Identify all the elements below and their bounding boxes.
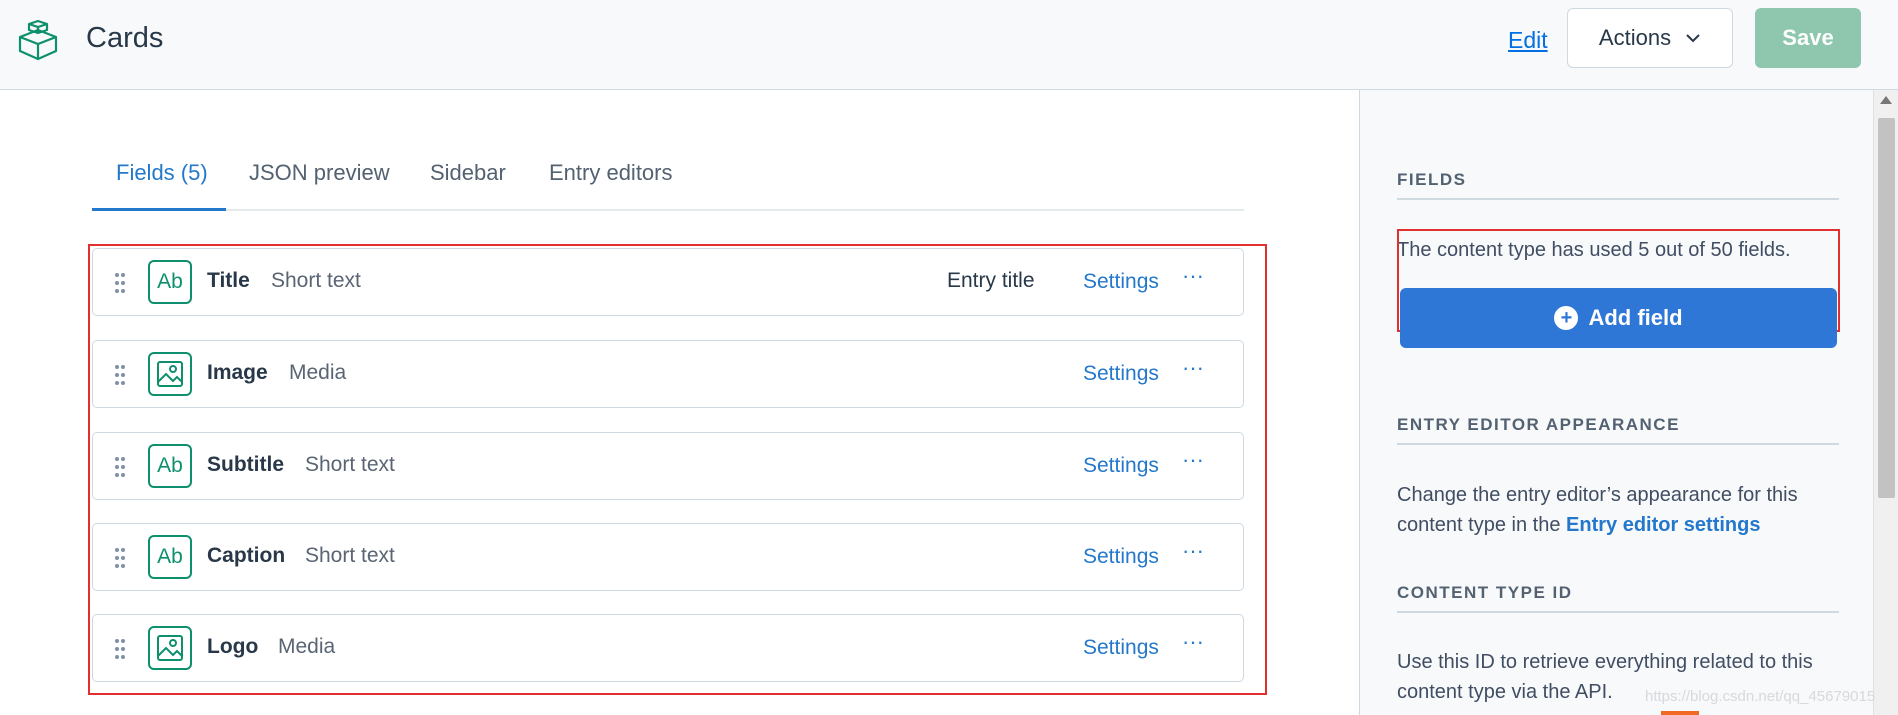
entry-title-badge: Entry title [947, 269, 1035, 292]
tab-sidebar[interactable]: Sidebar [430, 150, 506, 211]
entry-editor-settings-link[interactable]: Entry editor settings [1566, 514, 1760, 536]
more-options-icon[interactable]: ··· [1178, 447, 1208, 477]
tab-entry-editors-label: Entry editors [549, 160, 673, 185]
short-text-icon: Ab [148, 260, 192, 304]
field-settings-link[interactable]: Settings [1083, 362, 1159, 386]
field-name: Subtitle [207, 453, 284, 476]
drag-handle-icon[interactable] [113, 271, 127, 295]
entry-editor-appearance-text: Change the entry editor’s appearance for… [1397, 480, 1839, 540]
scroll-up-arrow-icon[interactable] [1880, 96, 1892, 104]
scroll-thumb[interactable] [1878, 118, 1895, 498]
fields-heading: FIELDS [1397, 170, 1839, 200]
top-header: Cards Edit Actions Save [0, 0, 1898, 90]
drag-handle-icon[interactable] [113, 637, 127, 661]
chevron-down-icon [1686, 34, 1700, 43]
field-type: Short text [271, 269, 361, 292]
tab-fields[interactable]: Fields (5) [92, 150, 226, 211]
field-row-subtitle[interactable]: Ab Subtitle Short text Settings ··· [92, 432, 1244, 500]
content-type-cube-icon [18, 19, 58, 61]
edit-link[interactable]: Edit [1508, 27, 1548, 54]
tab-entry-editors[interactable]: Entry editors [549, 150, 673, 211]
field-row-image[interactable]: Image Media Settings ··· [92, 340, 1244, 408]
more-options-icon[interactable]: ··· [1178, 629, 1208, 659]
tab-fields-label: Fields (5) [116, 160, 208, 185]
field-type: Short text [305, 544, 395, 567]
actions-dropdown-button[interactable]: Actions [1567, 8, 1733, 68]
vertical-scrollbar[interactable] [1873, 90, 1898, 715]
tab-json-preview-label: JSON preview [249, 160, 390, 185]
add-field-label: Add field [1588, 305, 1683, 330]
actions-label: Actions [1598, 25, 1672, 50]
entry-editor-appearance-heading: ENTRY EDITOR APPEARANCE [1397, 415, 1839, 445]
field-type: Media [289, 361, 347, 384]
add-field-button[interactable]: + Add field [1400, 288, 1837, 348]
field-settings-link[interactable]: Settings [1083, 545, 1159, 569]
content-type-id-heading: CONTENT TYPE ID [1397, 583, 1839, 613]
more-options-icon[interactable]: ··· [1178, 263, 1208, 293]
field-name: Logo [207, 635, 259, 658]
short-text-icon: Ab [148, 444, 192, 488]
field-row-caption[interactable]: Ab Caption Short text Settings ··· [92, 523, 1244, 591]
page-title: Cards [86, 22, 164, 54]
field-type: Media [278, 635, 336, 658]
plus-circle-icon: + [1554, 306, 1579, 330]
tab-json-preview[interactable]: JSON preview [249, 150, 390, 211]
short-text-icon: Ab [148, 535, 192, 579]
more-options-icon[interactable]: ··· [1178, 538, 1208, 568]
field-name: Title [207, 269, 250, 292]
more-options-icon[interactable]: ··· [1178, 355, 1208, 385]
media-icon [148, 626, 192, 670]
field-settings-link[interactable]: Settings [1083, 636, 1159, 660]
watermark: https://blog.csdn.net/qq_45679015 [1645, 688, 1876, 705]
field-row-logo[interactable]: Logo Media Settings ··· [92, 614, 1244, 682]
tab-sidebar-label: Sidebar [430, 160, 506, 185]
orange-indicator [1661, 711, 1699, 715]
right-sidebar: FIELDS The content type has used 5 out o… [1359, 90, 1873, 715]
drag-handle-icon[interactable] [113, 546, 127, 570]
tab-bar: Fields (5) JSON preview Sidebar Entry ed… [92, 150, 1244, 211]
field-settings-link[interactable]: Settings [1083, 454, 1159, 478]
field-settings-link[interactable]: Settings [1083, 270, 1159, 294]
drag-handle-icon[interactable] [113, 363, 127, 387]
drag-handle-icon[interactable] [113, 455, 127, 479]
field-type: Short text [305, 453, 395, 476]
save-button[interactable]: Save [1755, 8, 1861, 68]
media-icon [148, 352, 192, 396]
field-name: Image [207, 361, 268, 384]
field-row-title[interactable]: Ab Title Short text Entry title Settings… [92, 248, 1244, 316]
field-name: Caption [207, 544, 286, 567]
